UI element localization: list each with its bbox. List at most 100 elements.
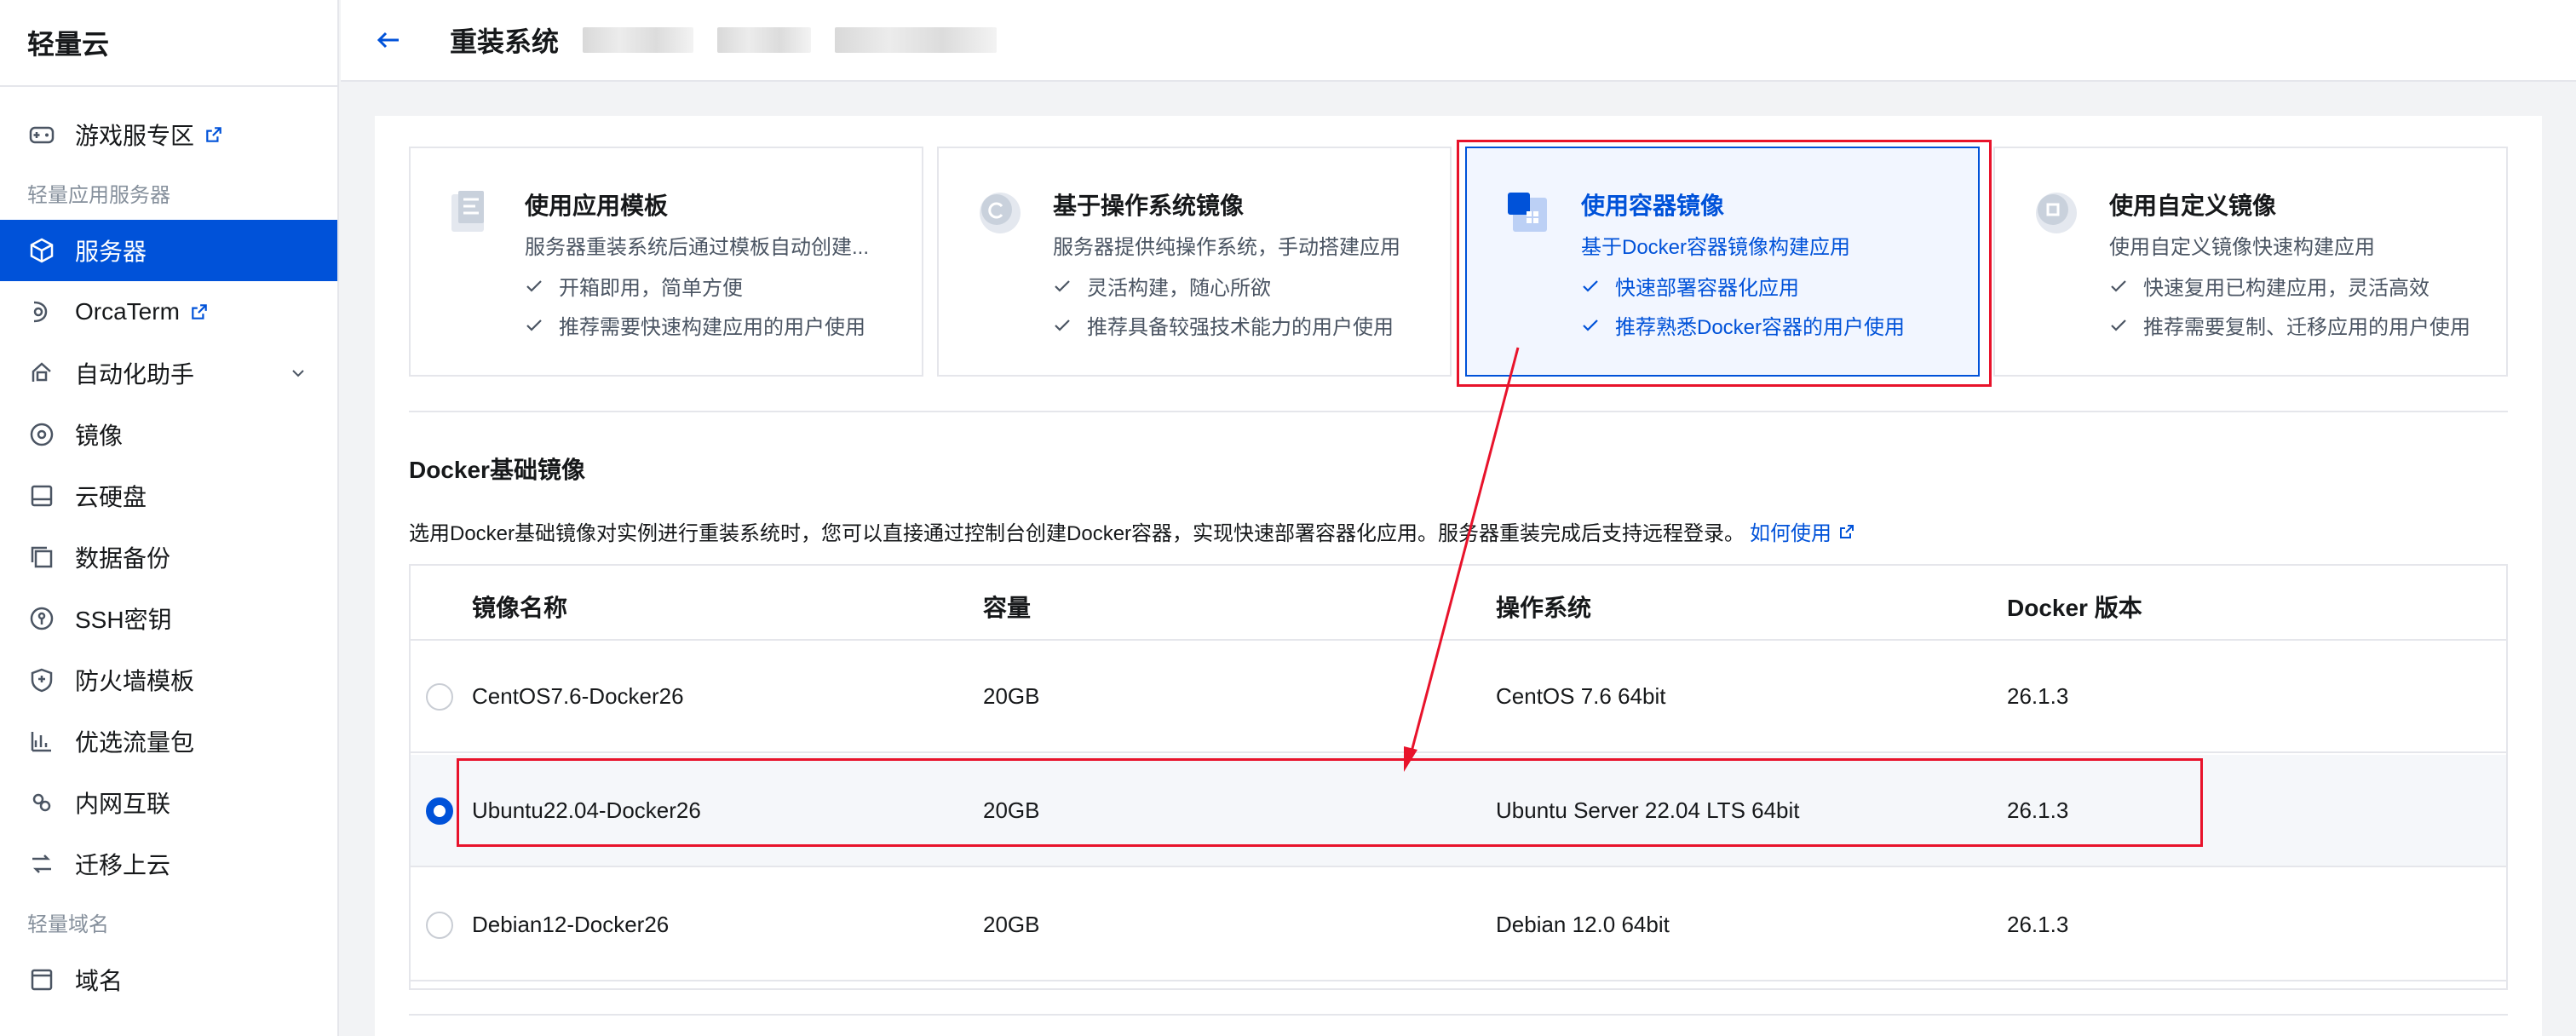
external-link-icon bbox=[192, 304, 207, 319]
sidebar-group-lighthouse: 轻量应用服务器 bbox=[27, 183, 170, 207]
page-title: 重装系统 bbox=[450, 26, 560, 57]
sidebar-item-label: 内网互联 bbox=[75, 791, 171, 817]
sidebar-item-label: 迁移上云 bbox=[75, 852, 171, 878]
card-title: 使用自定义镜像 bbox=[2109, 193, 2277, 219]
sidebar-item-label: 数据备份 bbox=[75, 545, 171, 572]
sidebar-item-ssh-key[interactable]: SSH密钥 bbox=[0, 588, 337, 649]
card-desc: 服务器提供纯操作系统，手动搭建应用 bbox=[1053, 236, 1400, 259]
check-icon bbox=[2111, 279, 2126, 292]
migrate-icon bbox=[27, 849, 56, 878]
check-icon bbox=[2111, 319, 2126, 331]
sidebar-item-server[interactable]: 服务器 bbox=[0, 220, 337, 281]
sidebar-item-label: 防火墙模板 bbox=[75, 668, 195, 694]
card-title: 基于操作系统镜像 bbox=[1053, 193, 1245, 219]
check-icon bbox=[1055, 319, 1070, 331]
column-header: Docker 版本 bbox=[2007, 595, 2142, 621]
card-desc: 服务器重装系统后通过模板自动创建... bbox=[525, 236, 870, 259]
table-header: 镜像名称 容量 操作系统 Docker 版本 bbox=[411, 566, 2506, 641]
image-os: CentOS 7.6 64bit bbox=[1496, 683, 1666, 709]
os-image-icon bbox=[980, 193, 1021, 233]
column-header: 容量 bbox=[983, 595, 1032, 621]
sidebar-item-label: 云硬盘 bbox=[75, 484, 147, 510]
key-icon bbox=[27, 604, 56, 633]
check-icon bbox=[526, 279, 542, 292]
card-feature: 推荐需要快速构建应用的用户使用 bbox=[525, 310, 865, 340]
card-desc: 使用自定义镜像快速构建应用 bbox=[2109, 236, 2375, 259]
template-icon bbox=[451, 191, 484, 232]
section-title: Docker基础镜像 bbox=[409, 457, 585, 483]
docker-version: 26.1.3 bbox=[2007, 683, 2069, 709]
divider bbox=[409, 1014, 2508, 1016]
radio-button[interactable] bbox=[426, 912, 453, 939]
disc-icon bbox=[27, 420, 56, 449]
sidebar-item-label: 镜像 bbox=[75, 423, 124, 449]
redacted-instance-info bbox=[717, 27, 812, 53]
card-title: 使用应用模板 bbox=[525, 193, 669, 219]
robot-icon bbox=[27, 359, 56, 388]
custom-image-icon bbox=[2036, 193, 2077, 233]
card-custom-image[interactable]: 使用自定义镜像 使用自定义镜像快速构建应用 快速复用已构建应用，灵活高效 推荐需… bbox=[1993, 147, 2508, 377]
redacted-instance-info bbox=[835, 27, 998, 53]
logo: 轻量云 bbox=[0, 0, 337, 87]
column-header: 操作系统 bbox=[1496, 595, 1592, 621]
sidebar-item-cloud-disk[interactable]: 云硬盘 bbox=[0, 465, 337, 527]
sidebar-item-label: 游戏服专区 bbox=[75, 123, 195, 149]
sidebar-item-intranet[interactable]: 内网互联 bbox=[0, 772, 337, 833]
how-to-use-link[interactable]: 如何使用 bbox=[1750, 516, 1855, 546]
card-os-image[interactable]: 基于操作系统镜像 服务器提供纯操作系统，手动搭建应用 灵活构建，随心所欲 推荐具… bbox=[937, 147, 1452, 377]
sidebar: 轻量云 游戏服专区 轻量应用服务器 服务器 OrcaTerm 自动化助手 镜像 bbox=[0, 0, 339, 1036]
gamepad-icon bbox=[27, 120, 56, 149]
check-icon bbox=[1055, 279, 1070, 292]
sidebar-item-domain[interactable]: 域名 bbox=[0, 949, 337, 1010]
table-row[interactable]: CentOS7.6-Docker26 20GB CentOS 7.6 64bit… bbox=[411, 641, 2506, 753]
image-os: Debian 12.0 64bit bbox=[1496, 912, 1670, 937]
chart-icon bbox=[27, 727, 56, 756]
sidebar-item-label: 域名 bbox=[75, 968, 124, 994]
card-feature: 灵活构建，随心所欲 bbox=[1053, 271, 1271, 301]
sidebar-item-label: SSH密钥 bbox=[75, 607, 172, 633]
card-feature: 推荐需要复制、迁移应用的用户使用 bbox=[2109, 310, 2470, 340]
sidebar-item-orcaterm[interactable]: OrcaTerm bbox=[0, 281, 337, 342]
docker-version: 26.1.3 bbox=[2007, 912, 2069, 937]
backup-icon bbox=[27, 543, 56, 572]
column-header: 镜像名称 bbox=[472, 595, 568, 621]
sidebar-item-label: 自动化助手 bbox=[75, 361, 195, 388]
sidebar-item-label: 优选流量包 bbox=[75, 729, 195, 756]
divider bbox=[409, 411, 2508, 412]
sidebar-item-label: OrcaTerm bbox=[75, 298, 180, 325]
annotation-box-row bbox=[457, 758, 2203, 847]
sidebar-item-image[interactable]: 镜像 bbox=[0, 404, 337, 465]
external-link-icon bbox=[206, 127, 221, 142]
chevron-down-icon bbox=[292, 370, 304, 377]
image-name: Debian12-Docker26 bbox=[472, 912, 670, 937]
sidebar-item-migrate[interactable]: 迁移上云 bbox=[0, 833, 337, 895]
back-arrow-icon[interactable] bbox=[373, 25, 404, 55]
sidebar-group-domain: 轻量域名 bbox=[27, 912, 109, 936]
sidebar-nav: 游戏服专区 轻量应用服务器 服务器 OrcaTerm 自动化助手 镜像 云硬盘 bbox=[0, 87, 337, 1010]
annotation-box-card bbox=[1457, 140, 1992, 387]
radio-button[interactable] bbox=[426, 683, 453, 711]
card-feature: 快速复用已构建应用，灵活高效 bbox=[2109, 271, 2429, 301]
sidebar-item-backup[interactable]: 数据备份 bbox=[0, 527, 337, 588]
page-header: 重装系统 bbox=[341, 0, 2576, 82]
sidebar-item-automation[interactable]: 自动化助手 bbox=[0, 342, 337, 404]
cube-icon bbox=[27, 236, 56, 265]
image-size: 20GB bbox=[983, 912, 1040, 937]
sidebar-item-traffic-package[interactable]: 优选流量包 bbox=[0, 711, 337, 772]
section-desc-text: 选用Docker基础镜像对实例进行重装系统时，您可以直接通过控制台创建Docke… bbox=[409, 522, 1745, 545]
domain-icon bbox=[27, 965, 56, 994]
table-row[interactable]: Debian12-Docker26 20GB Debian 12.0 64bit… bbox=[411, 869, 2506, 981]
disk-icon bbox=[27, 481, 56, 510]
terminal-icon bbox=[27, 297, 56, 326]
sidebar-item-label: 服务器 bbox=[75, 239, 147, 265]
image-name: CentOS7.6-Docker26 bbox=[472, 683, 684, 709]
card-app-template[interactable]: 使用应用模板 服务器重装系统后通过模板自动创建... 开箱即用，简单方便 推荐需… bbox=[409, 147, 923, 377]
card-feature: 开箱即用，简单方便 bbox=[525, 271, 743, 301]
shield-icon bbox=[27, 665, 56, 694]
sidebar-item-firewall[interactable]: 防火墙模板 bbox=[0, 649, 337, 711]
sidebar-item-game-server[interactable]: 游戏服专区 bbox=[0, 104, 337, 165]
card-feature: 推荐具备较强技术能力的用户使用 bbox=[1053, 310, 1394, 340]
external-link-icon bbox=[1840, 524, 1854, 538]
check-icon bbox=[526, 319, 542, 331]
radio-button[interactable] bbox=[426, 797, 453, 825]
